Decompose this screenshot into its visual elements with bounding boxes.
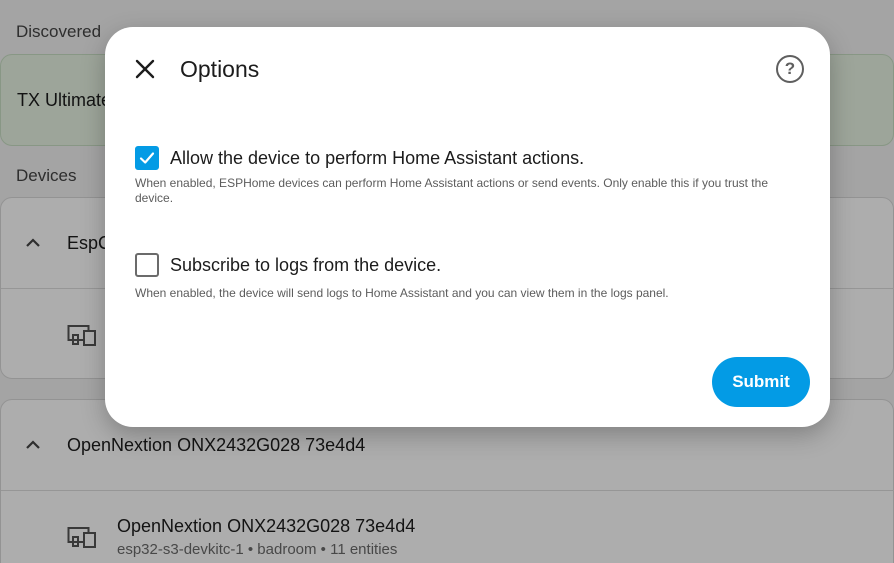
options-dialog: Options ? Allow the device to perform Ho…	[105, 27, 830, 427]
close-button[interactable]	[129, 53, 161, 85]
subscribe-logs-label[interactable]: Subscribe to logs from the device.	[170, 255, 441, 276]
help-icon[interactable]: ?	[776, 55, 804, 83]
ha-actions-checkbox[interactable]	[135, 146, 159, 170]
check-icon	[139, 152, 155, 164]
ha-actions-help: When enabled, ESPHome devices can perfor…	[135, 176, 768, 205]
ha-actions-label[interactable]: Allow the device to perform Home Assista…	[170, 148, 584, 169]
close-icon	[135, 59, 155, 79]
subscribe-logs-help: When enabled, the device will send logs …	[135, 286, 669, 300]
dialog-title: Options	[180, 56, 260, 82]
submit-button[interactable]: Submit	[712, 357, 810, 407]
subscribe-logs-checkbox[interactable]	[135, 253, 159, 277]
